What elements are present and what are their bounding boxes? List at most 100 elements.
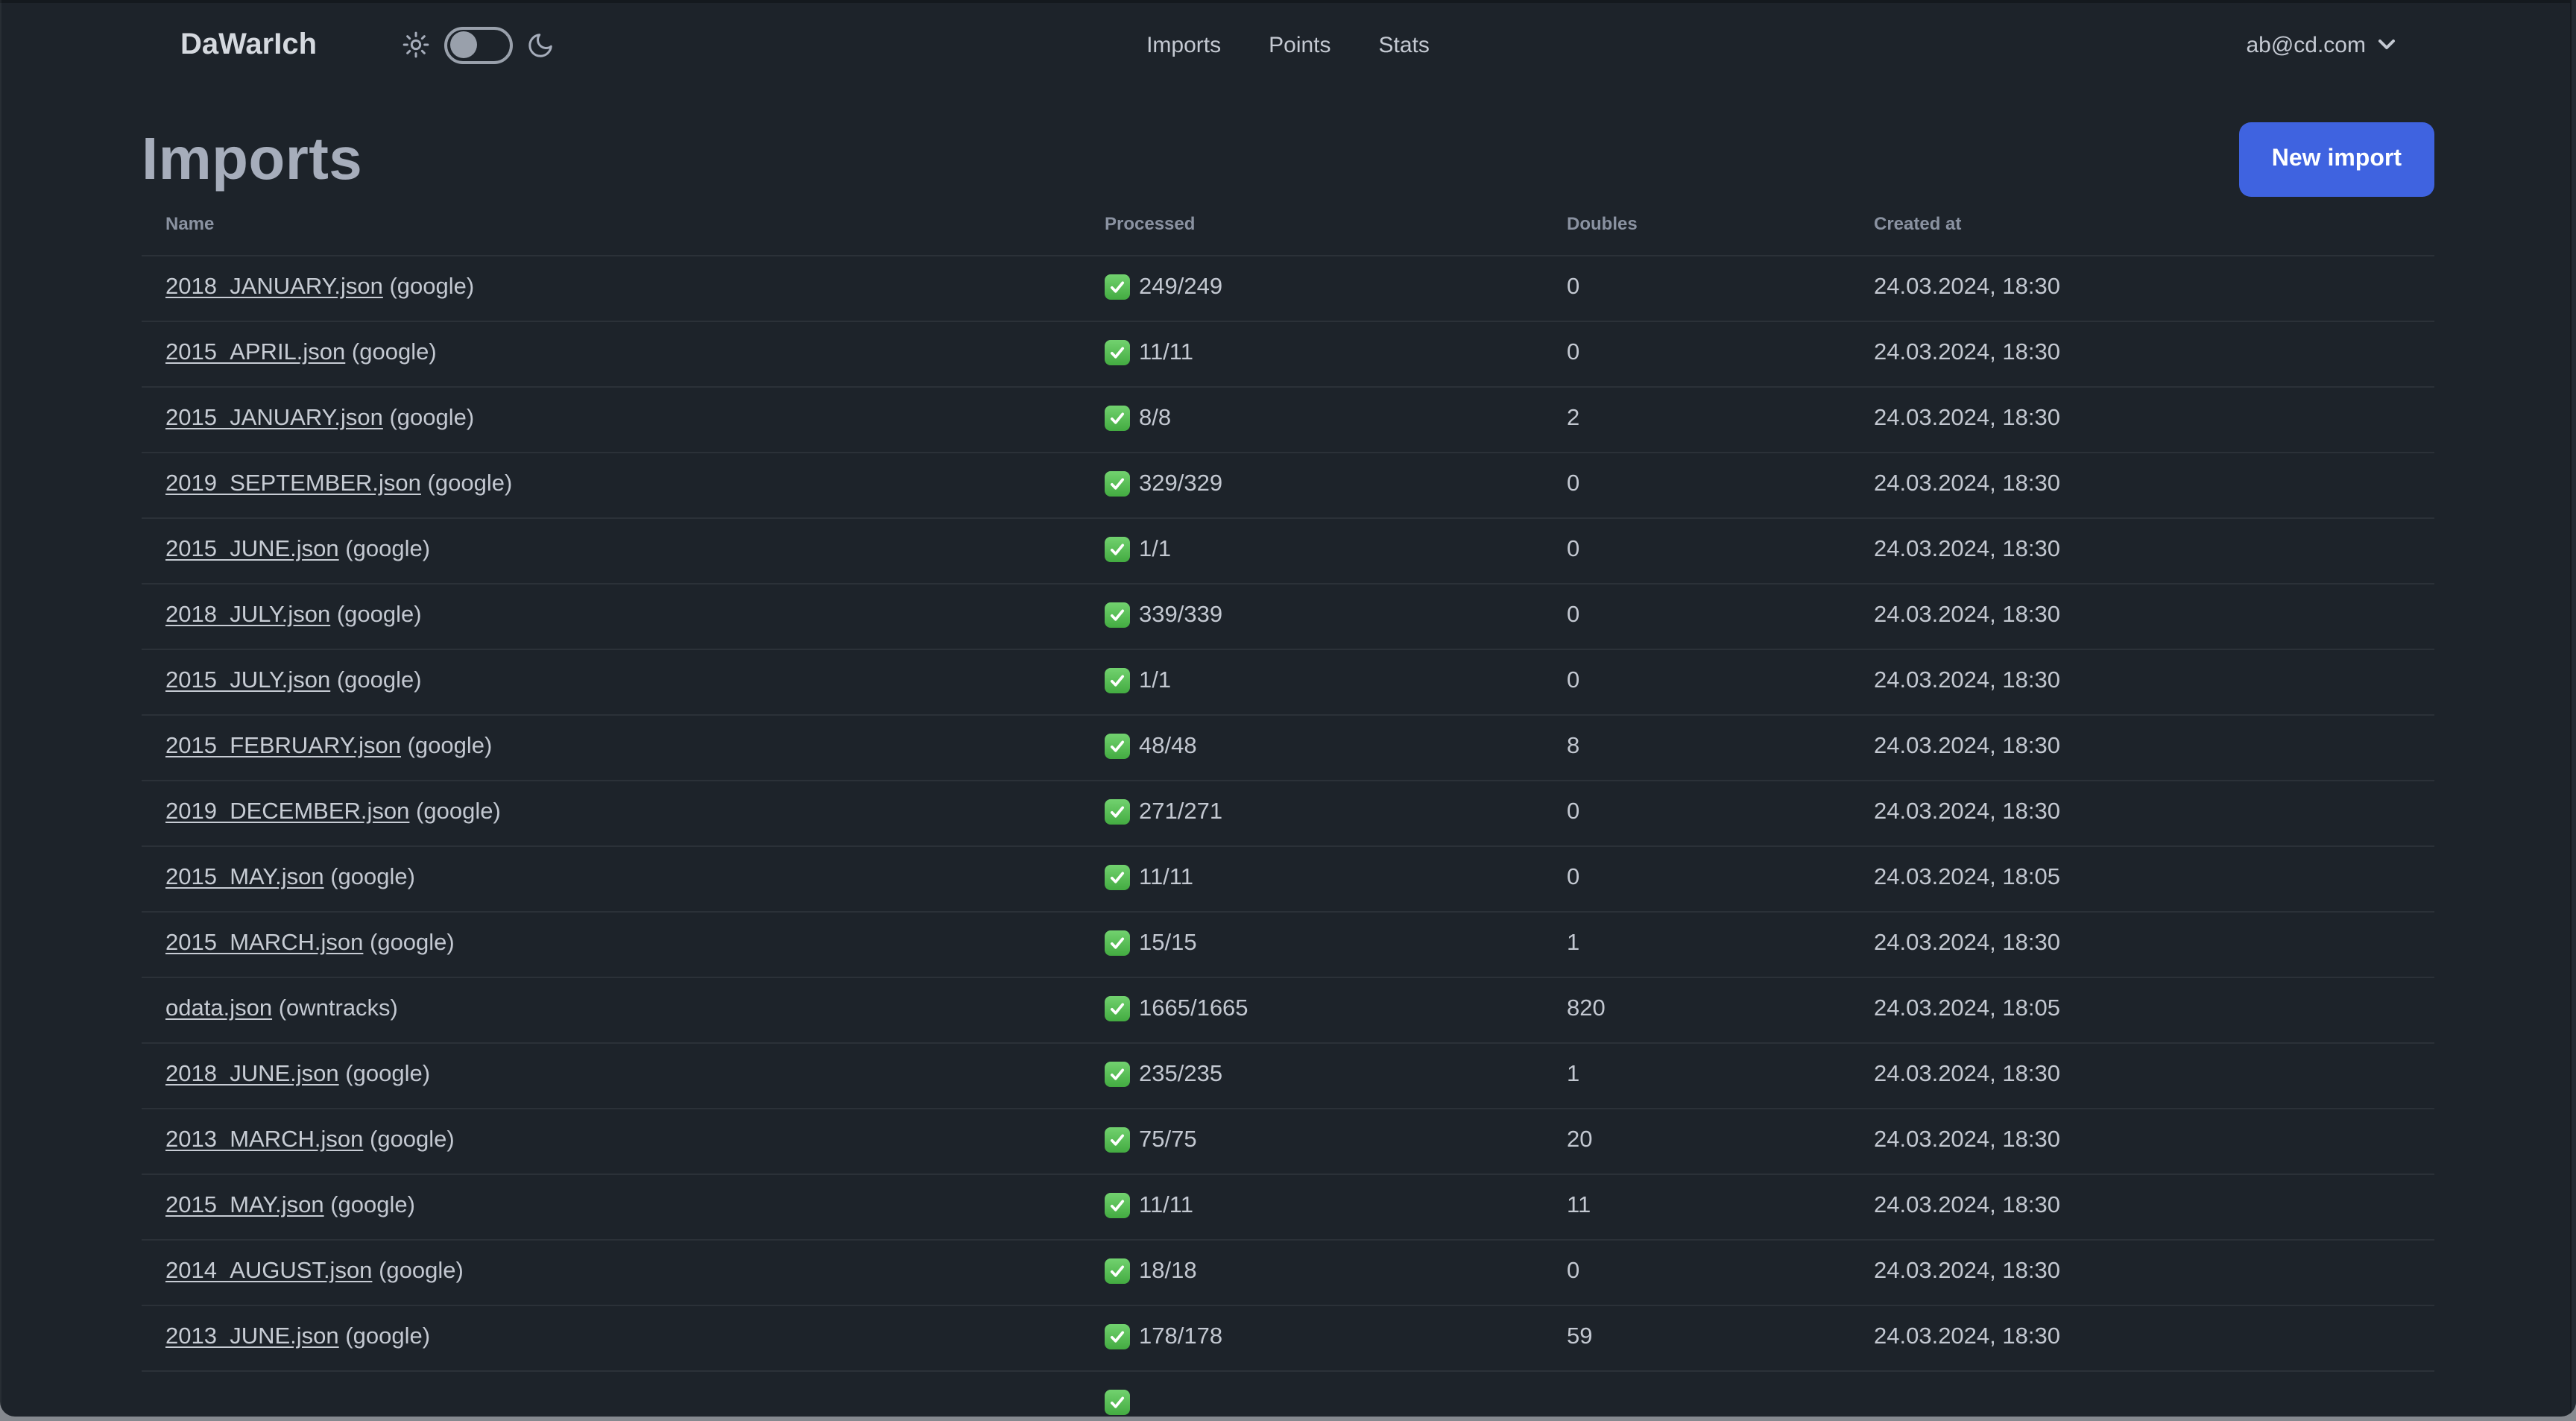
processed-cell: 1/1	[1105, 667, 1519, 695]
created-at-cell: 24.03.2024, 18:30	[1850, 649, 2434, 715]
import-file-link[interactable]: 2018_JANUARY.json	[165, 274, 383, 300]
processed-count: 1/1	[1139, 537, 1172, 562]
table-row: odata.json (owntracks) 1665/1665 820 24.…	[142, 977, 2434, 1043]
processed-count: 1665/1665	[1139, 996, 1248, 1021]
processed-cell: 11/11	[1105, 864, 1519, 892]
created-at-cell: 24.03.2024, 18:30	[1850, 321, 2434, 387]
doubles-cell: 59	[1543, 1305, 1850, 1371]
import-file-link[interactable]: 2015_MAY.json	[165, 1193, 324, 1218]
success-check-icon	[1105, 667, 1130, 693]
table-body: 2018_JANUARY.json (google) 249/249 0 24.…	[142, 255, 2434, 1417]
doubles-cell: 1	[1543, 911, 1850, 977]
table-row: 2015_JULY.json (google) 1/1 0 24.03.2024…	[142, 649, 2434, 715]
created-at-cell: 24.03.2024, 18:30	[1850, 517, 2434, 584]
import-source-label: (google)	[336, 668, 422, 693]
processed-cell: 15/15	[1105, 930, 1519, 957]
success-check-icon	[1105, 1127, 1130, 1152]
import-source-label: (google)	[345, 1324, 431, 1349]
sun-icon	[400, 30, 430, 60]
created-at-cell: 24.03.2024, 18:30	[1850, 1042, 2434, 1109]
created-at-cell: 24.03.2024, 18:30	[1850, 1173, 2434, 1240]
processed-count: 235/235	[1139, 1062, 1223, 1087]
brand-logo[interactable]: DaWarIch	[180, 28, 317, 62]
processed-count: 75/75	[1139, 1127, 1197, 1153]
main-content: Imports New import Name Processed Double…	[142, 122, 2434, 1417]
import-source-label: (google)	[336, 602, 422, 628]
import-file-link[interactable]: 2018_JULY.json	[165, 602, 330, 628]
created-at-cell: 24.03.2024, 18:30	[1850, 1239, 2434, 1305]
import-file-link[interactable]: odata.json	[165, 996, 272, 1021]
table-row: 2015_FEBRUARY.json (google) 48/48 8 24.0…	[142, 714, 2434, 781]
success-check-icon	[1105, 1061, 1130, 1086]
processed-cell: 235/235	[1105, 1061, 1519, 1088]
scrollbar-track[interactable]	[2570, 0, 2576, 1417]
processed-cell: 271/271	[1105, 798, 1519, 826]
doubles-cell: 0	[1543, 517, 1850, 584]
import-source-label: (google)	[379, 1258, 464, 1284]
import-file-link[interactable]: 2013_MARCH.json	[165, 1127, 363, 1153]
processed-count: 11/11	[1139, 1193, 1193, 1218]
import-source-label: (google)	[389, 406, 475, 431]
success-check-icon	[1105, 405, 1130, 430]
import-source-label: (google)	[427, 471, 513, 497]
import-file-link[interactable]: 2015_MARCH.json	[165, 930, 363, 956]
nav-item-imports[interactable]: Imports	[1123, 32, 1245, 57]
import-file-link[interactable]: 2015_JANUARY.json	[165, 406, 383, 431]
import-file-link[interactable]: 2015_JULY.json	[165, 668, 330, 693]
processed-count: 249/249	[1139, 274, 1223, 300]
table-header-row: Name Processed Doubles Created at	[142, 201, 2434, 256]
import-file-link[interactable]: 2015_FEBRUARY.json	[165, 734, 401, 759]
success-check-icon	[1105, 798, 1130, 824]
created-at-cell: 24.03.2024, 18:30	[1850, 1305, 2434, 1371]
column-header-created-at: Created at	[1850, 201, 2434, 256]
nav-item-stats[interactable]: Stats	[1355, 32, 1453, 57]
table-row: 2019_DECEMBER.json (google) 271/271 0 24…	[142, 780, 2434, 846]
column-header-processed: Processed	[1081, 201, 1543, 256]
import-source-label: (google)	[330, 1193, 415, 1218]
success-check-icon	[1105, 1192, 1130, 1217]
created-at-cell: 24.03.2024, 18:05	[1850, 977, 2434, 1043]
new-import-button[interactable]: New import	[2238, 122, 2434, 197]
processed-cell: 8/8	[1105, 405, 1519, 432]
table-row: 2015_MAY.json (google) 11/11 11 24.03.20…	[142, 1173, 2434, 1240]
table-row: 2019_SEPTEMBER.json (google) 329/329 0 2…	[142, 452, 2434, 518]
import-file-link[interactable]: 2019_SEPTEMBER.json	[165, 471, 421, 497]
success-check-icon	[1105, 1389, 1130, 1415]
table-row: 2015_MARCH.json (google) 15/15 1 24.03.2…	[142, 911, 2434, 977]
table-row: 2015_JANUARY.json (google) 8/8 2 24.03.2…	[142, 386, 2434, 453]
created-at-cell: 24.03.2024, 18:30	[1850, 1108, 2434, 1174]
nav-item-points[interactable]: Points	[1245, 32, 1354, 57]
theme-toggle[interactable]	[443, 26, 513, 63]
processed-count: 178/178	[1139, 1324, 1223, 1349]
import-source-label: (google)	[416, 799, 501, 825]
account-menu[interactable]: ab@cd.com	[2246, 32, 2396, 57]
processed-cell	[1105, 1389, 1519, 1415]
import-file-link[interactable]: 2014_AUGUST.json	[165, 1258, 372, 1284]
import-file-link[interactable]: 2015_JUNE.json	[165, 537, 339, 562]
created-at-cell: 24.03.2024, 18:30	[1850, 583, 2434, 649]
processed-cell: 339/339	[1105, 602, 1519, 629]
table-row: 2018_JANUARY.json (google) 249/249 0 24.…	[142, 255, 2434, 321]
import-source-label: (google)	[389, 274, 475, 300]
created-at-cell: 24.03.2024, 18:05	[1850, 845, 2434, 912]
processed-cell: 1/1	[1105, 536, 1519, 564]
import-source-label: (google)	[345, 537, 431, 562]
import-file-link[interactable]: 2018_JUNE.json	[165, 1062, 339, 1087]
import-file-link[interactable]: 2015_MAY.json	[165, 865, 324, 890]
browser-page: DaWarIch Imports Points Stats ab@cd.com …	[0, 0, 2576, 1417]
import-file-link[interactable]: 2015_APRIL.json	[165, 340, 345, 365]
doubles-cell: 0	[1543, 1239, 1850, 1305]
created-at-cell: 24.03.2024, 18:30	[1850, 780, 2434, 846]
import-source-label: (google)	[370, 930, 455, 956]
import-file-link[interactable]: 2013_JUNE.json	[165, 1324, 339, 1349]
created-at-cell: 24.03.2024, 18:30	[1850, 452, 2434, 518]
table-row: 2013_MARCH.json (google) 75/75 20 24.03.…	[142, 1108, 2434, 1174]
import-source-label: (google)	[351, 340, 437, 365]
created-at-cell: 24.03.2024, 18:30	[1850, 255, 2434, 321]
import-source-label: (google)	[345, 1062, 431, 1087]
table-row: 2018_JULY.json (google) 339/339 0 24.03.…	[142, 583, 2434, 649]
processed-count: 271/271	[1139, 799, 1223, 825]
import-file-link[interactable]: 2019_DECEMBER.json	[165, 799, 409, 825]
doubles-cell	[1543, 1370, 1850, 1417]
processed-count: 1/1	[1139, 668, 1172, 693]
